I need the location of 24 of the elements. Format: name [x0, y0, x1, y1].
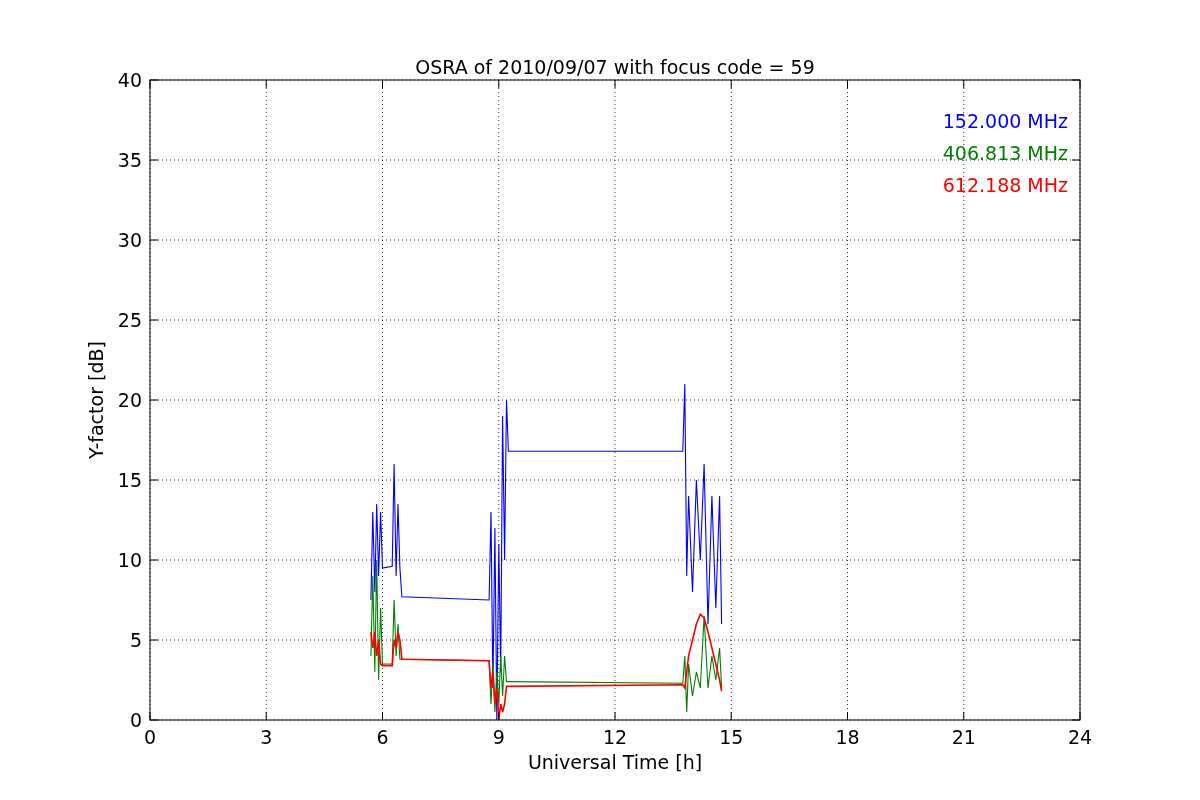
chart-title: OSRA of 2010/09/07 with focus code = 59: [415, 56, 815, 78]
x-tick-label: 0: [143, 726, 157, 748]
legend-label: 612.188 MHz: [942, 174, 1068, 196]
x-tick-label: 21: [951, 726, 976, 748]
legend-label: 152.000 MHz: [942, 110, 1068, 132]
x-tick-label: 18: [835, 726, 860, 748]
y-tick-label: 40: [117, 69, 142, 91]
x-tick-label: 3: [260, 726, 273, 748]
y-tick-label: 0: [129, 709, 142, 731]
y-tick-label: 25: [117, 309, 142, 331]
y-tick-label: 10: [117, 549, 142, 571]
y-tick-label: 15: [117, 469, 142, 491]
x-tick-label: 9: [492, 726, 505, 748]
x-tick-label: 12: [602, 726, 628, 748]
x-tick-label: 24: [1067, 726, 1093, 748]
x-tick-label: 15: [719, 726, 744, 748]
legend-label: 406.813 MHz: [942, 142, 1068, 164]
x-axis-label: Universal Time [h]: [527, 751, 703, 773]
y-tick-label: 5: [129, 629, 142, 651]
x-tick-label: 6: [376, 726, 389, 748]
y-tick-label: 30: [117, 229, 142, 251]
y-axis-label: Y-factor [dB]: [85, 341, 107, 459]
y-tick-label: 35: [117, 149, 142, 171]
y-tick-label: 20: [117, 389, 142, 411]
